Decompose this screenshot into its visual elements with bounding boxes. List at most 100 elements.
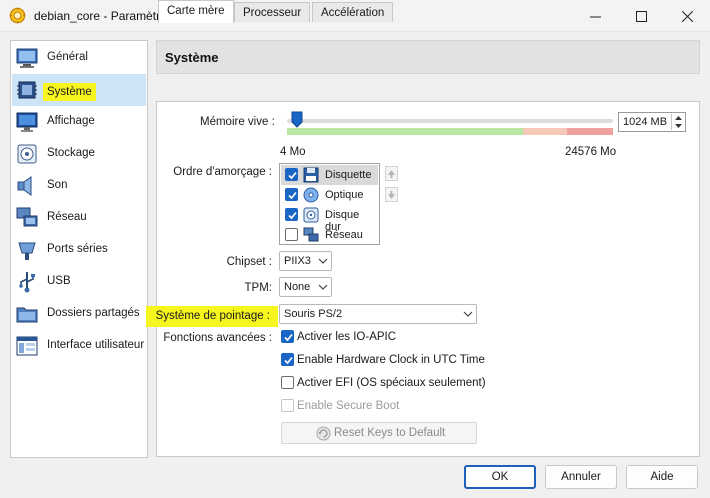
- maximize-button[interactable]: [618, 0, 664, 32]
- close-button[interactable]: [664, 0, 710, 32]
- boot-order-label: Ordre d'amorçage :: [173, 166, 272, 178]
- settings-nav: Général Système Affichage Stockage Son R…: [10, 40, 148, 458]
- memory-zone-safe: [287, 128, 523, 135]
- settings-panel: [156, 101, 700, 457]
- memory-spin-arrows[interactable]: [671, 114, 684, 130]
- nav-label-usb: USB: [47, 275, 71, 287]
- maximize-icon: [635, 10, 647, 22]
- chevron-down-icon: [318, 258, 328, 264]
- optical-disc-icon: [303, 187, 319, 203]
- nav-item-network[interactable]: Réseau: [12, 202, 146, 234]
- nav-label-shared-folders: Dossiers partagés: [47, 307, 140, 319]
- nav-item-usb[interactable]: USB: [12, 266, 146, 298]
- check-icon: [284, 356, 293, 365]
- memory-value: 1024 MB: [623, 116, 668, 128]
- boot-optical-label: Optique: [325, 189, 364, 201]
- general-icon: [16, 48, 38, 68]
- spin-up-icon: [675, 116, 682, 120]
- page-header: Système: [156, 40, 700, 74]
- nav-label-general: Général: [47, 51, 88, 63]
- page-title: Système: [165, 50, 219, 65]
- reset-keys-button: Reset Keys to Default: [281, 422, 477, 444]
- minimize-button[interactable]: [572, 0, 618, 32]
- tab-motherboard[interactable]: Carte mère: [158, 0, 234, 23]
- pointing-device-select[interactable]: Souris PS/2: [279, 304, 477, 324]
- boot-floppy-checkbox[interactable]: [285, 168, 298, 181]
- io-apic-checkbox[interactable]: [281, 330, 294, 343]
- boot-item-optical[interactable]: Optique: [281, 185, 378, 205]
- utc-clock-checkbox[interactable]: [281, 353, 294, 366]
- boot-optical-checkbox[interactable]: [285, 188, 298, 201]
- ok-button[interactable]: OK: [464, 465, 536, 489]
- nav-item-shared-folders[interactable]: Dossiers partagés: [12, 298, 146, 330]
- reset-icon: [316, 426, 331, 441]
- pointing-device-label: Système de pointage :: [145, 306, 278, 327]
- hard-disk-icon: [303, 207, 319, 223]
- tpm-value: None: [284, 281, 311, 293]
- system-chip-icon: [17, 81, 37, 99]
- io-apic-label: Activer les IO-APIC: [297, 331, 397, 343]
- help-button[interactable]: Aide: [626, 465, 698, 489]
- usb-icon: [19, 272, 35, 293]
- efi-label: Activer EFI (OS spéciaux seulement): [297, 377, 486, 389]
- nav-item-serial-ports[interactable]: Ports séries: [12, 234, 146, 266]
- utc-clock-label: Enable Hardware Clock in UTC Time: [297, 354, 485, 366]
- nav-label-display: Affichage: [47, 115, 95, 127]
- boot-item-floppy[interactable]: Disquette: [281, 165, 378, 185]
- speaker-icon: [17, 176, 32, 196]
- memory-slider-thumb[interactable]: [291, 111, 303, 128]
- chipset-value: PIIX3: [284, 255, 311, 267]
- boot-move-up-button[interactable]: [385, 166, 398, 181]
- efi-checkbox[interactable]: [281, 376, 294, 389]
- tab-label-processor: Processeur: [243, 7, 302, 19]
- network-boot-icon: [303, 227, 319, 242]
- arrow-down-icon: [388, 191, 395, 199]
- secure-boot-checkbox: [281, 399, 294, 412]
- boot-order-list: Disquette Optique Disque dur Réseau: [279, 163, 380, 245]
- minimize-icon: [589, 16, 601, 17]
- tpm-label: TPM:: [244, 282, 272, 294]
- network-icon: [16, 207, 38, 227]
- floppy-icon: [303, 167, 319, 183]
- memory-spinbox[interactable]: 1024 MB: [618, 112, 686, 132]
- check-icon: [288, 211, 297, 220]
- shared-folder-icon: [16, 307, 38, 323]
- spin-down-icon: [675, 124, 682, 128]
- check-icon: [288, 191, 297, 200]
- extended-features-label: Fonctions avancées :: [163, 332, 272, 344]
- tpm-select[interactable]: None: [279, 277, 332, 297]
- pointing-device-value: Souris PS/2: [284, 308, 343, 320]
- serial-port-icon: [18, 242, 36, 260]
- boot-hard-disk-checkbox[interactable]: [285, 208, 298, 221]
- nav-item-audio[interactable]: Son: [12, 170, 146, 202]
- boot-item-network[interactable]: Réseau: [281, 225, 378, 245]
- nav-label-user-interface: Interface utilisateur: [47, 339, 145, 351]
- chevron-down-icon: [463, 311, 473, 317]
- nav-item-storage[interactable]: Stockage: [12, 138, 146, 170]
- tab-acceleration[interactable]: Accélération: [312, 2, 394, 22]
- memory-slider-track[interactable]: [287, 119, 613, 123]
- nav-label-system: Système: [43, 83, 96, 101]
- nav-item-user-interface[interactable]: Interface utilisateur: [12, 330, 146, 362]
- memory-zone-warning: [523, 128, 567, 135]
- window-title: debian_core - Paramètres: [34, 9, 173, 23]
- cancel-button[interactable]: Annuler: [545, 465, 617, 489]
- memory-zone-danger: [567, 128, 613, 135]
- check-icon: [288, 171, 297, 180]
- check-icon: [284, 333, 293, 342]
- tab-label-motherboard: Carte mère: [167, 5, 225, 17]
- nav-label-storage: Stockage: [47, 147, 95, 159]
- secure-boot-label: Enable Secure Boot: [297, 400, 400, 412]
- chipset-select[interactable]: PIIX3: [279, 251, 332, 271]
- nav-label-audio: Son: [47, 179, 68, 191]
- boot-network-checkbox[interactable]: [285, 228, 298, 241]
- boot-item-hard-disk[interactable]: Disque dur: [281, 205, 378, 233]
- nav-item-system[interactable]: Système: [12, 74, 146, 106]
- nav-item-display[interactable]: Affichage: [12, 106, 146, 138]
- tab-processor[interactable]: Processeur: [234, 2, 311, 22]
- arrow-up-icon: [388, 170, 395, 178]
- close-icon: [681, 10, 693, 22]
- nav-item-general[interactable]: Général: [12, 42, 146, 74]
- boot-move-down-button[interactable]: [385, 187, 398, 202]
- memory-label: Mémoire vive :: [200, 116, 275, 128]
